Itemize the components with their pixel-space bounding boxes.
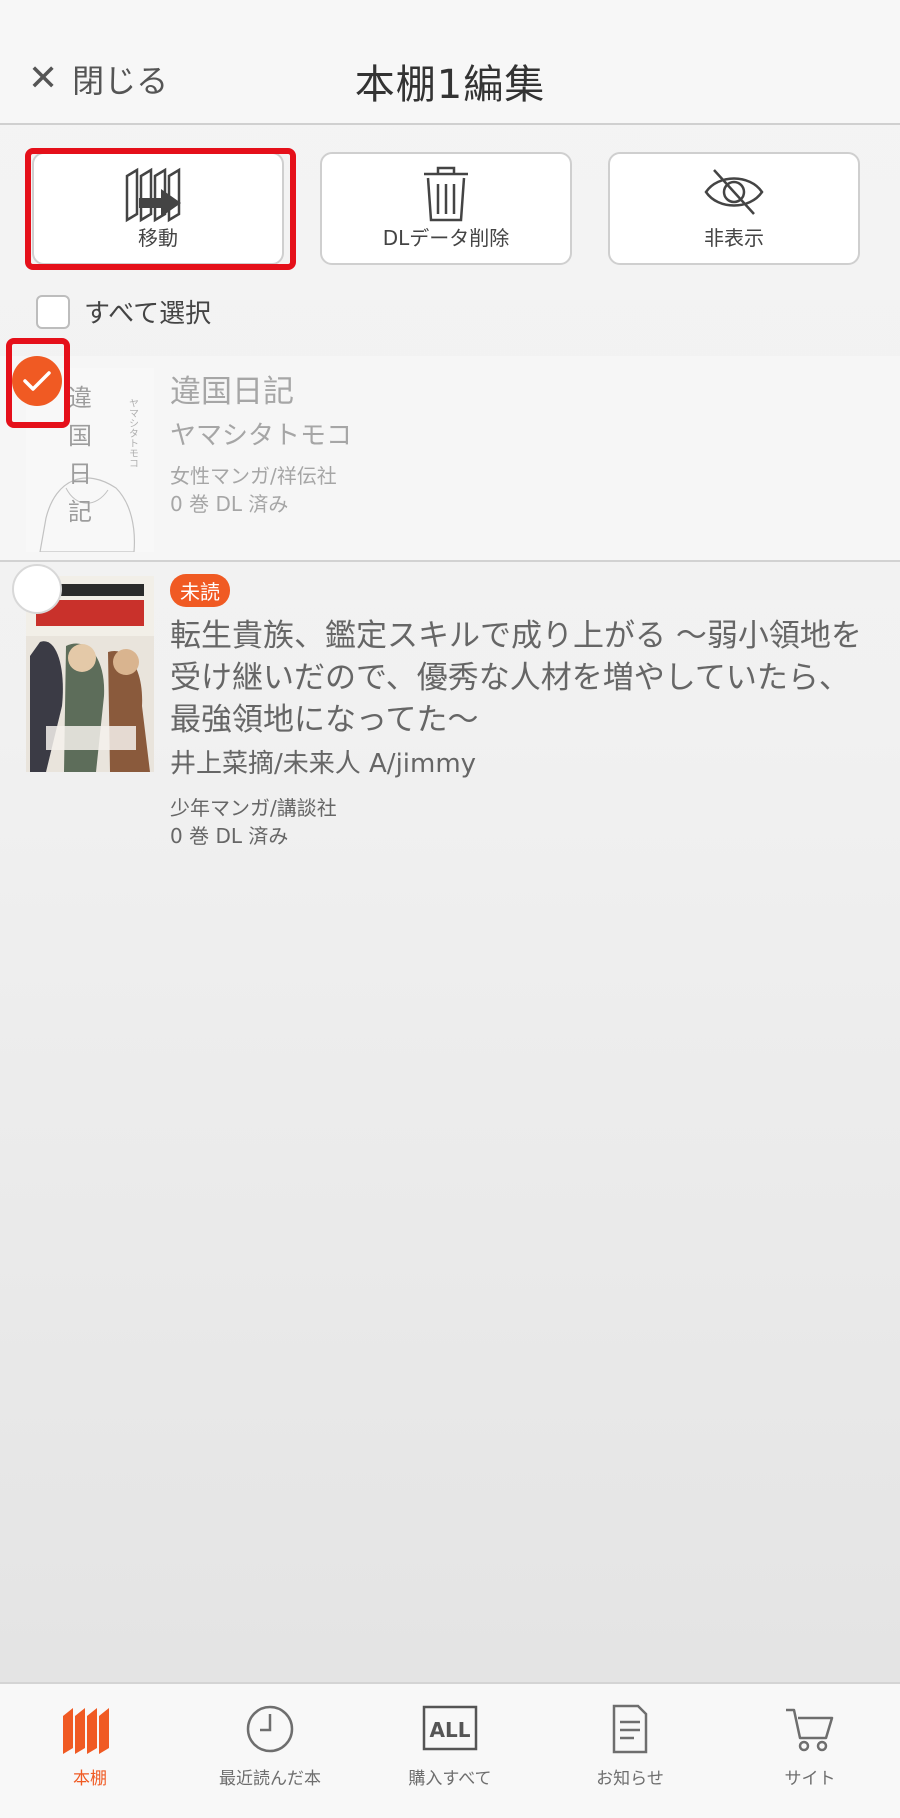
book-dl-status: 0 巻 DL 済み bbox=[170, 492, 289, 516]
cover-char-4: 記 bbox=[68, 498, 92, 526]
checkmark-icon bbox=[23, 371, 51, 391]
book-info: 違国日記 ヤマシタトモコ 女性マンガ/祥伝社 0 巻 DL 済み bbox=[170, 371, 880, 518]
hide-button[interactable]: 非表示 bbox=[608, 152, 860, 265]
page-title: 本棚1編集 bbox=[354, 62, 546, 108]
delete-dl-button[interactable]: DLデータ削除 bbox=[320, 152, 572, 265]
cart-icon bbox=[784, 1700, 836, 1758]
tab-notifications[interactable]: お知らせ bbox=[540, 1684, 720, 1818]
select-all-control[interactable]: すべて選択 bbox=[36, 293, 211, 330]
eye-slash-icon bbox=[702, 164, 766, 224]
tab-label: 購入すべて bbox=[408, 1769, 492, 1789]
book-category: 少年マンガ/講談社 bbox=[170, 796, 337, 820]
cover-author: ヤマシタトモコ bbox=[127, 398, 139, 468]
tab-all-purchased[interactable]: ALL 購入すべて bbox=[360, 1684, 540, 1818]
cover-char-3: 日 bbox=[68, 460, 92, 488]
tab-recent[interactable]: 最近読んだ本 bbox=[180, 1684, 360, 1818]
tab-bookshelf[interactable]: 本棚 bbox=[0, 1684, 180, 1818]
bookshelf-icon bbox=[61, 1700, 119, 1758]
all-icon: ALL bbox=[422, 1700, 478, 1758]
book-dl-status: 0 巻 DL 済み bbox=[170, 824, 289, 848]
book-author: ヤマシタトモコ bbox=[170, 421, 353, 451]
book-item[interactable]: 違 国 日 記 ヤマシタトモコ 違国日記 ヤマシタトモコ 女性マンガ/祥伝社 0… bbox=[0, 356, 900, 562]
bottom-tab-bar: 本棚 最近読んだ本 ALL 購入すべて お知らせ サイト bbox=[0, 1682, 900, 1818]
cover-char-1: 違 bbox=[68, 384, 92, 412]
action-toolbar: 移動 DLデータ削除 非表示 bbox=[32, 152, 860, 265]
clock-icon bbox=[245, 1700, 295, 1758]
hide-label: 非表示 bbox=[704, 226, 764, 250]
book-category: 女性マンガ/祥伝社 bbox=[170, 464, 337, 488]
book-title: 転生貴族、鑑定スキルで成り上がる ～弱小領地を受け継いだので、優秀な人材を増やし… bbox=[170, 618, 862, 738]
book-item[interactable]: 未読 転生貴族、鑑定スキルで成り上がる ～弱小領地を受け継いだので、優秀な人材を… bbox=[0, 564, 900, 864]
move-button[interactable]: 移動 bbox=[32, 152, 284, 265]
tab-label: お知らせ bbox=[596, 1769, 664, 1789]
book-select-checkbox-checked[interactable] bbox=[12, 356, 62, 406]
book-title: 違国日記 bbox=[170, 374, 294, 410]
tab-label: 本棚 bbox=[73, 1769, 107, 1789]
cover-char-2: 国 bbox=[68, 422, 92, 450]
tab-label: サイト bbox=[784, 1769, 836, 1789]
svg-text:ALL: ALL bbox=[430, 1718, 471, 1742]
tab-site[interactable]: サイト bbox=[720, 1684, 900, 1818]
book-select-checkbox[interactable] bbox=[12, 564, 62, 614]
select-all-label: すべて選択 bbox=[84, 299, 212, 329]
move-books-icon bbox=[123, 164, 193, 228]
tab-label: 最近読んだ本 bbox=[219, 1769, 321, 1789]
trash-icon bbox=[418, 164, 474, 228]
document-icon bbox=[610, 1700, 650, 1758]
unread-badge: 未読 bbox=[170, 574, 230, 607]
header-bar: ✕ 閉じる 本棚1編集 bbox=[0, 0, 900, 125]
book-author: 井上菜摘/未来人 A/jimmy bbox=[170, 749, 477, 779]
select-all-checkbox[interactable] bbox=[36, 294, 70, 329]
book-info: 未読 転生貴族、鑑定スキルで成り上がる ～弱小領地を受け継いだので、優秀な人材を… bbox=[170, 574, 880, 850]
